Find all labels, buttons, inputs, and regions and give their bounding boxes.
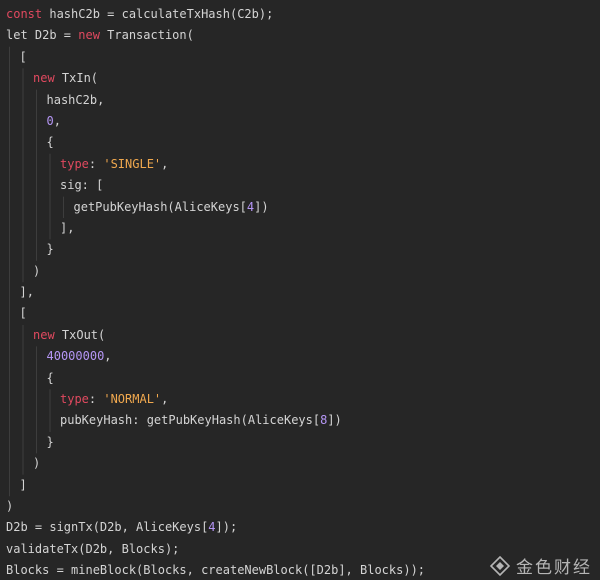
code-text: sig: [ — [60, 178, 104, 193]
code-line: type: 'SINGLE', — [0, 154, 600, 175]
code-text: ]) — [254, 199, 269, 214]
watermark: 金色财经 — [490, 553, 592, 578]
code-string: 'SINGLE' — [103, 156, 162, 171]
code-keyword: new — [33, 71, 55, 86]
code-number: 0 — [46, 113, 54, 128]
code-text: hashC2b = calculateTxHash(C2b); — [42, 7, 274, 21]
code-text: ], — [60, 220, 75, 235]
code-text: ]) — [327, 413, 342, 428]
code-editor: const hashC2b = calculateTxHash(C2b); let… — [0, 0, 600, 580]
code-text: TxIn( — [54, 71, 99, 86]
code-line: const hashC2b = calculateTxHash(C2b); — [0, 4, 600, 25]
code-line: [ — [0, 47, 600, 68]
code-keyword: const — [6, 7, 43, 21]
code-text: ]); — [215, 520, 238, 535]
code-keyword: new — [78, 28, 100, 43]
code-text: D2b = signTx(D2b, AliceKeys[ — [6, 520, 209, 535]
code-text: Blocks = mineBlock(Blocks, createNewBloc… — [6, 563, 426, 578]
code-text: getPubKeyHash(AliceKeys[ — [73, 199, 247, 214]
code-keyword: type — [60, 156, 89, 171]
code-line: pubKeyHash: getPubKeyHash(AliceKeys[8]) — [0, 410, 600, 431]
code-line: { — [0, 368, 600, 389]
code-text: hashC2b, — [46, 92, 105, 107]
code-line: 0, — [0, 111, 600, 132]
code-string: 'NORMAL' — [103, 392, 162, 407]
code-line: hashC2b, — [0, 90, 600, 111]
code-line: new TxIn( — [0, 68, 600, 89]
code-line: sig: [ — [0, 175, 600, 196]
code-line: 40000000, — [0, 346, 600, 367]
code-text: } — [46, 434, 54, 449]
code-number: 40000000 — [46, 349, 105, 364]
code-text: ] — [19, 477, 27, 492]
code-number: 4 — [208, 520, 216, 535]
code-text: [ — [19, 49, 27, 64]
code-keyword: new — [33, 327, 55, 342]
code-text: ) — [6, 498, 14, 513]
code-text: ) — [33, 263, 41, 278]
code-text: ) — [33, 456, 41, 471]
code-block: const hashC2b = calculateTxHash(C2b); let… — [0, 4, 600, 580]
code-line: } — [0, 239, 600, 260]
code-text: [ — [19, 306, 27, 321]
code-text: , — [104, 349, 112, 364]
code-text: : — [88, 156, 104, 171]
code-text: } — [46, 242, 54, 257]
code-line: ] — [0, 475, 600, 496]
code-line: [ — [0, 303, 600, 324]
code-text: let D2b = — [6, 28, 79, 43]
code-line: ], — [0, 218, 600, 239]
code-text: : — [88, 392, 104, 407]
code-text: , — [161, 392, 169, 407]
code-line: { — [0, 132, 600, 153]
code-keyword: type — [60, 392, 89, 407]
watermark-text: 金色财经 — [516, 558, 592, 578]
code-line: ) — [0, 496, 600, 517]
code-text: , — [53, 113, 61, 128]
code-text: ], — [19, 285, 34, 300]
jinse-logo-icon — [490, 555, 510, 576]
code-line: getPubKeyHash(AliceKeys[4]) — [0, 197, 600, 218]
code-text: Transaction( — [99, 28, 194, 43]
code-line: D2b = signTx(D2b, AliceKeys[4]); — [0, 517, 600, 538]
code-text: , — [161, 156, 169, 171]
code-line: new TxOut( — [0, 325, 600, 346]
code-line: } — [0, 432, 600, 453]
code-text: validateTx(D2b, Blocks); — [6, 541, 180, 556]
code-line: ) — [0, 261, 600, 282]
code-text: TxOut( — [54, 327, 106, 342]
code-line: ], — [0, 282, 600, 303]
code-text: { — [46, 135, 54, 150]
code-text: { — [46, 370, 54, 385]
code-line: let D2b = new Transaction( — [0, 25, 600, 46]
code-line: ) — [0, 453, 600, 474]
code-text: pubKeyHash: getPubKeyHash(AliceKeys[ — [60, 413, 321, 428]
code-line: type: 'NORMAL', — [0, 389, 600, 410]
